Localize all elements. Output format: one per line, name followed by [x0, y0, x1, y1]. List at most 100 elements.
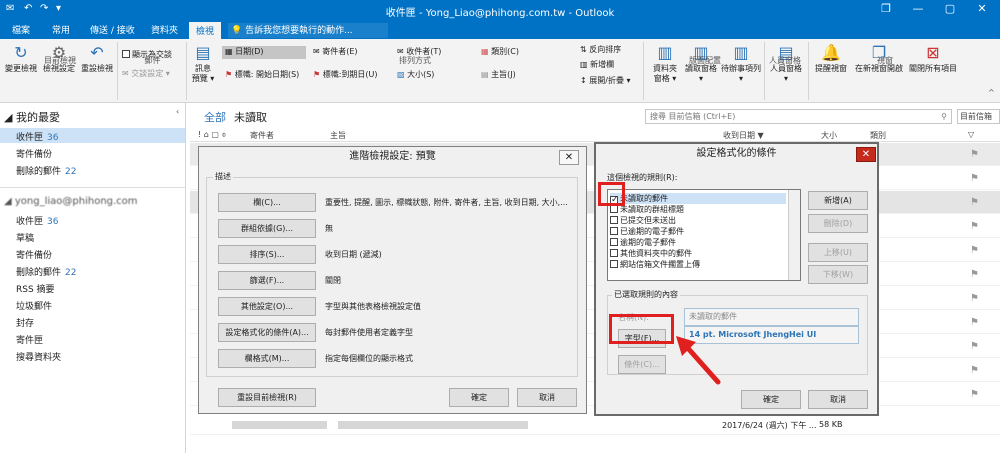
rule-item[interactable]: 其他資料夾中的郵件 [610, 248, 692, 259]
folder-item-search[interactable]: 搜尋資料夾 [16, 350, 61, 363]
rule-item[interactable]: 已提交但未送出 [610, 215, 676, 226]
dialog-close-icon[interactable]: ✕ [559, 150, 579, 165]
move-down-button[interactable]: 下移(W) [808, 265, 868, 284]
flag-icon[interactable]: ⚑ [970, 173, 979, 184]
folder-item-outbox[interactable]: 寄件匣 [16, 333, 43, 346]
dialog-close-icon[interactable]: ✕ [856, 147, 876, 162]
column-size[interactable]: 大小 [821, 130, 837, 141]
reverse-sort-button[interactable]: ⇅ 反向排序 [580, 44, 621, 55]
rule-item[interactable]: 逾期的電子郵件 [610, 237, 676, 248]
account-header[interactable]: ◢ yong_liao@phihong.com [4, 196, 138, 207]
flag-icon[interactable]: ⚑ [970, 317, 979, 328]
checkbox-icon[interactable] [610, 205, 618, 213]
folder-item-archive[interactable]: 封存 [16, 316, 34, 329]
arrange-size-label: 大小(S) [407, 70, 435, 79]
cancel-button[interactable]: 取消 [808, 390, 868, 409]
folder-item-sent[interactable]: 寄件備份 [16, 248, 52, 261]
close-button[interactable]: ✕ [970, 2, 994, 15]
condition-button[interactable]: 條件(C)... [618, 355, 666, 374]
column-subject[interactable]: 主旨 [330, 130, 346, 141]
flag-icon[interactable]: ⚑ [970, 221, 979, 232]
flag-icon[interactable]: ⚑ [970, 365, 979, 376]
filter-desc: 關閉 [325, 276, 341, 285]
size-icon: ▧ [397, 70, 408, 79]
arrange-categories-label: 類別(C) [491, 47, 519, 56]
flag-icon[interactable]: ⚑ [970, 341, 979, 352]
flag-icon[interactable]: ⚑ [970, 149, 979, 160]
arrange-date[interactable]: ▦ 日期(D) [222, 46, 306, 59]
tab-folder[interactable]: 資料夾 [151, 23, 178, 36]
folder-item-drafts[interactable]: 草稿 [16, 231, 34, 244]
flag-icon[interactable]: ⚑ [970, 269, 979, 280]
flag-icon[interactable]: ⚑ [970, 245, 979, 256]
rule-label: 其他資料夾中的郵件 [620, 249, 692, 258]
flag-icon[interactable]: ⚑ [970, 293, 979, 304]
checkbox-icon[interactable] [610, 227, 618, 235]
ribbon-display-icon[interactable]: ❐ [874, 2, 898, 15]
rules-listbox[interactable]: ✓未讀取的郵件 未讀取的群組標題 已提交但未送出 已逾期的電子郵件 逾期的電子郵… [607, 189, 801, 281]
expand-collapse-button[interactable]: ↕ 展開/折疊 ▾ [580, 75, 631, 86]
tab-file[interactable]: 檔案 [12, 23, 30, 36]
format-columns-button[interactable]: 欄格式(M)... [218, 349, 316, 368]
column-flag-icon[interactable]: ▽ [968, 130, 974, 139]
favorites-header[interactable]: ◢ 我的最愛 [4, 109, 60, 125]
fav-item-inbox[interactable]: 收件匣 36 [16, 130, 58, 143]
rule-item[interactable]: 已逾期的電子郵件 [610, 226, 684, 237]
minimize-button[interactable]: — [906, 2, 930, 15]
filter-unread[interactable]: 未讀取 [234, 109, 267, 125]
flag-icon[interactable]: ⚑ [970, 389, 979, 400]
search-scope-dropdown[interactable]: 目前信箱 [957, 109, 1000, 124]
conditional-formatting-button[interactable]: 設定格式化的條件(A)... [218, 323, 316, 342]
rule-item-unread[interactable]: ✓未讀取的郵件 [610, 193, 786, 205]
checkbox-icon[interactable] [610, 216, 618, 224]
message-preview-button[interactable]: ▤ 訊息 預覽 ▾ [188, 44, 218, 84]
checkbox-icon[interactable] [610, 249, 618, 257]
conversation-settings[interactable]: ✉ 交談設定 ▾ [122, 68, 170, 79]
add-rule-button[interactable]: 新增(A) [808, 191, 868, 210]
arrange-categories[interactable]: ▦ 類別(C) [478, 46, 550, 59]
collapse-ribbon-icon[interactable]: ^ [988, 88, 995, 97]
folder-item-rss[interactable]: RSS 摘要 [16, 282, 55, 295]
ok-button[interactable]: 確定 [449, 388, 509, 407]
folder-item-deleted[interactable]: 刪除的郵件 22 [16, 265, 76, 278]
column-category[interactable]: 類別 [870, 130, 886, 141]
delete-rule-button[interactable]: 刪除(D) [808, 214, 868, 233]
minimize-pane-icon[interactable]: ‹ [176, 107, 179, 116]
maximize-button[interactable]: ▢ [938, 2, 962, 15]
folder-item-inbox[interactable]: 收件匣 36 [16, 214, 58, 227]
column-icons[interactable]: ! ⌂ ▢ ⌽ [198, 130, 226, 140]
sort-button[interactable]: 排序(S)... [218, 245, 316, 264]
arrange-flag-start[interactable]: ⚑ 標幟: 開始日期(S) [222, 69, 306, 82]
tab-home[interactable]: 常用 [52, 23, 70, 36]
checkbox-icon[interactable] [610, 260, 618, 268]
ok-button[interactable]: 確定 [741, 390, 801, 409]
other-settings-button[interactable]: 其他設定(O)... [218, 297, 316, 316]
search-input[interactable]: 搜尋 目前信箱 (Ctrl+E) ⚲ [645, 109, 952, 124]
filter-button[interactable]: 篩選(F)... [218, 271, 316, 290]
table-row[interactable]: 2017/6/24 (週六) 下午 ... 58 KB [190, 415, 1000, 435]
flag-icon[interactable]: ⚑ [970, 197, 979, 208]
add-columns-button[interactable]: ▥ 新增欄 [580, 59, 614, 70]
checkbox-icon[interactable] [610, 238, 618, 246]
tab-view[interactable]: 檢視 [189, 22, 222, 39]
columns-button[interactable]: 欄(C)... [218, 193, 316, 212]
fav-item-deleted[interactable]: 刪除的郵件 22 [16, 164, 76, 177]
rule-item[interactable]: 網站信箱文件擱置上傳 [610, 259, 700, 270]
column-received[interactable]: 收到日期 ▼ [723, 130, 764, 141]
fav-item-sent[interactable]: 寄件備份 [16, 147, 52, 160]
cancel-button[interactable]: 取消 [517, 388, 577, 407]
tab-send-receive[interactable]: 傳送 / 接收 [90, 23, 135, 36]
column-from[interactable]: 寄件者 [250, 130, 274, 141]
rule-name-field[interactable]: 未讀取的郵件 [684, 308, 859, 326]
arrange-size[interactable]: ▧ 大小(S) [394, 69, 474, 82]
reminders-button[interactable]: 🔔 提醒視窗 [810, 44, 852, 74]
folder-item-junk[interactable]: 垃圾郵件 [16, 299, 52, 312]
arrange-subject[interactable]: ▤ 主旨(J) [478, 69, 550, 82]
reset-current-view-button[interactable]: 重設目前檢視(R) [218, 388, 316, 407]
tell-me-box[interactable]: 💡 告訴我您想要執行的動作... [228, 23, 388, 38]
group-by-button[interactable]: 群組依據(G)... [218, 219, 316, 238]
move-up-button[interactable]: 上移(U) [808, 243, 868, 262]
rules-scrollbar[interactable] [788, 190, 800, 280]
filter-all[interactable]: 全部 [204, 109, 226, 125]
arrange-flag-due[interactable]: ⚑ 標幟:到期日(U) [310, 69, 390, 82]
